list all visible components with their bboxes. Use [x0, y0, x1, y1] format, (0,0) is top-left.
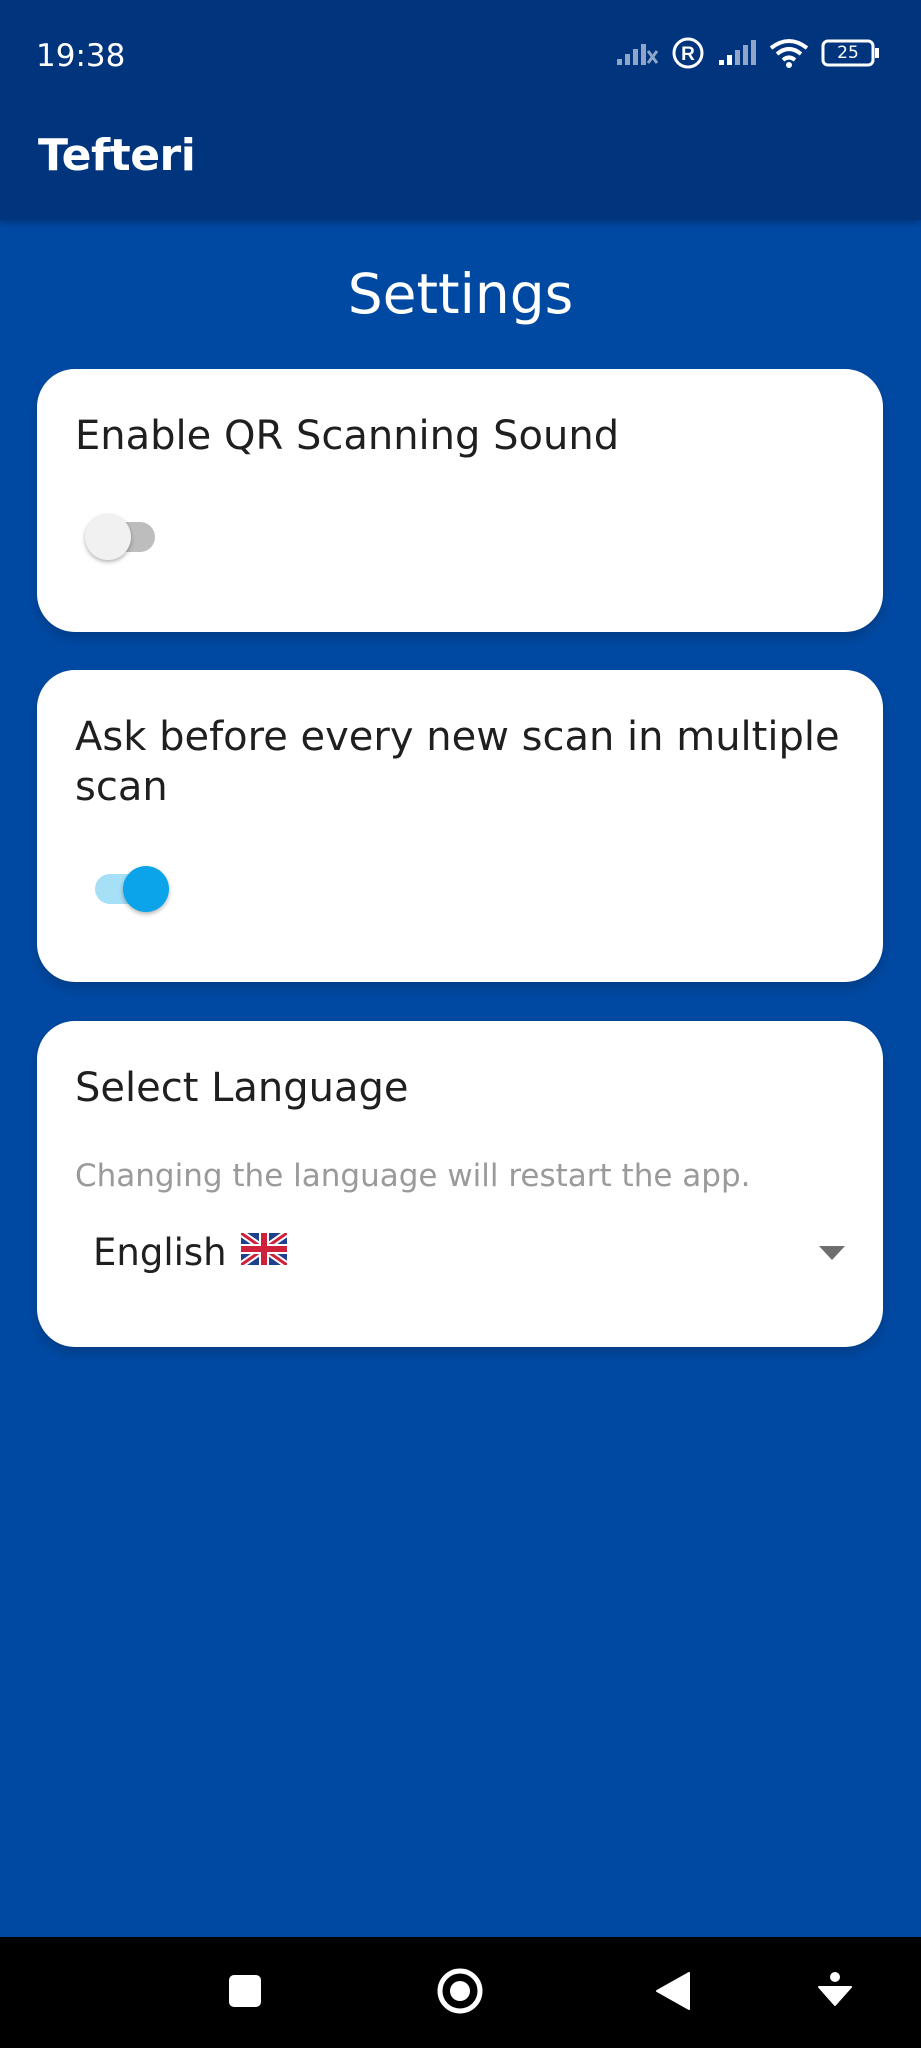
ask-before-scan-toggle[interactable] — [79, 858, 169, 918]
signal-off-icon — [615, 39, 659, 67]
language-select-value: English — [93, 1230, 289, 1274]
home-circle-icon — [436, 1967, 484, 2020]
wifi-icon — [769, 38, 809, 68]
language-card: Select Language Changing the language wi… — [37, 1021, 883, 1347]
app-title: Tefteri — [38, 130, 196, 181]
toggle-thumb — [123, 866, 169, 912]
recents-button[interactable] — [217, 1965, 273, 2021]
scan-sound-toggle[interactable] — [79, 506, 169, 566]
ask-before-scan-card: Ask before every new scan in multiple sc… — [37, 670, 883, 982]
status-icons: R 25 — [615, 36, 881, 70]
status-bar: 19:38 R 25 — [0, 0, 921, 110]
roaming-icon: R — [671, 36, 705, 70]
assist-down-icon — [817, 1971, 853, 2016]
toggle-thumb — [85, 514, 131, 560]
signal-icon — [717, 39, 757, 67]
language-selected-label: English — [93, 1231, 227, 1274]
battery-level: 25 — [837, 43, 859, 63]
language-label: Select Language — [75, 1065, 409, 1111]
language-select[interactable]: English — [75, 1221, 845, 1291]
page-title: Settings — [347, 262, 574, 326]
chevron-down-icon — [819, 1246, 845, 1265]
uk-flag-icon — [238, 1230, 289, 1274]
system-nav-bar — [0, 1937, 921, 2048]
back-button[interactable] — [645, 1965, 701, 2021]
recents-square-icon — [227, 1973, 263, 2014]
scan-sound-card: Enable QR Scanning Sound — [37, 369, 883, 632]
status-time: 19:38 — [36, 38, 126, 74]
home-button[interactable] — [432, 1965, 488, 2021]
app-bar: Tefteri — [0, 110, 921, 220]
battery-icon: 25 — [821, 38, 881, 68]
language-hint: Changing the language will restart the a… — [75, 1158, 751, 1194]
back-triangle-icon — [655, 1971, 691, 2016]
svg-text:R: R — [681, 44, 695, 65]
ask-before-scan-label: Ask before every new scan in multiple sc… — [75, 714, 840, 810]
assist-button[interactable] — [807, 1965, 863, 2021]
scan-sound-label: Enable QR Scanning Sound — [75, 413, 620, 459]
